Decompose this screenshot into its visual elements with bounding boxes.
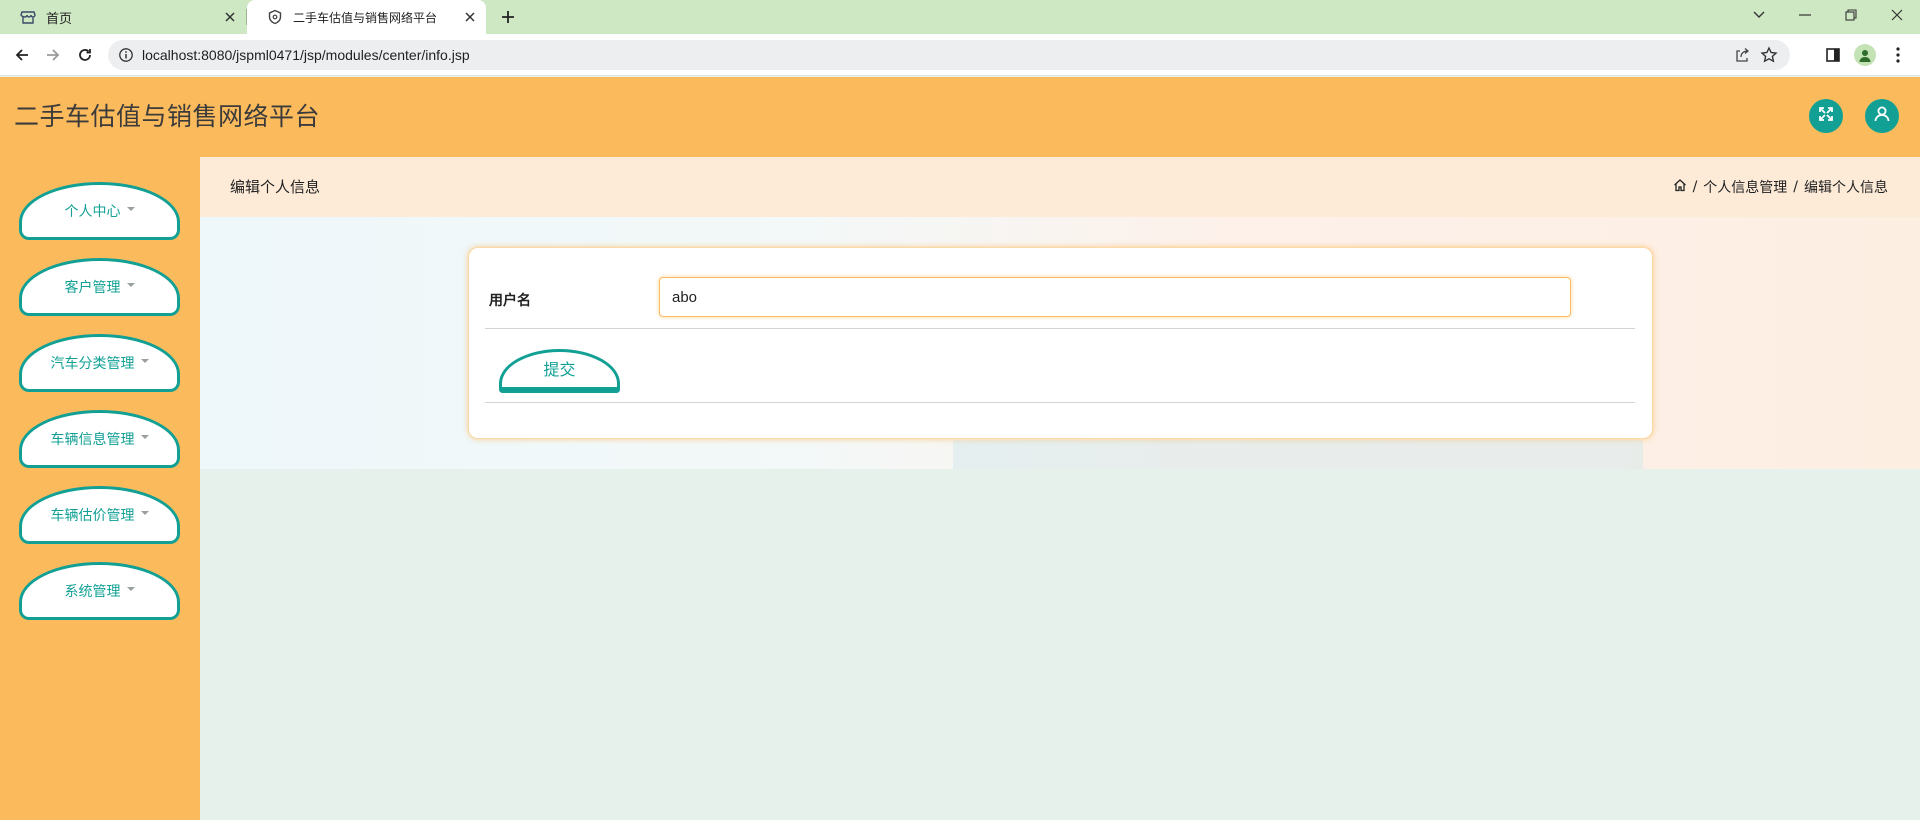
home-icon[interactable]	[1673, 178, 1687, 196]
app-title: 二手车估值与销售网络平台	[14, 102, 321, 131]
sidebar-item-personal-center[interactable]: 个人中心	[19, 182, 180, 240]
sidebar-item-customer-management[interactable]: 客户管理	[19, 258, 180, 316]
username-label: 用户名	[489, 293, 531, 309]
breadcrumb-item-current: 编辑个人信息	[1804, 180, 1888, 196]
profile-avatar-icon[interactable]	[1853, 43, 1877, 67]
profile-form-card: 用户名 提交	[468, 247, 1653, 439]
breadcrumb-separator: /	[1793, 179, 1798, 195]
forward-arrow-icon[interactable]	[41, 43, 65, 67]
username-input[interactable]	[659, 277, 1571, 317]
browser-toolbar: localhost:8080/jspml0471/jsp/modules/cen…	[0, 34, 1920, 76]
breadcrumb: / 个人信息管理 / 编辑个人信息	[1673, 157, 1888, 217]
sidebar: 个人中心 客户管理 汽车分类管理 车辆信息管理 车辆估价管理 系统管理	[0, 157, 200, 820]
divider	[485, 402, 1635, 403]
app-header: 二手车估值与销售网络平台	[0, 77, 1920, 157]
expand-icon	[1817, 105, 1835, 127]
submit-button[interactable]: 提交	[499, 349, 620, 393]
caret-down-icon	[126, 587, 135, 591]
page-title: 编辑个人信息	[230, 178, 321, 196]
sidebar-item-label: 系统管理	[64, 584, 121, 600]
breadcrumb-item[interactable]: 个人信息管理	[1703, 177, 1787, 197]
sidebar-item-label: 个人中心	[64, 204, 121, 220]
browser-tab-bar: 首页 二手车估值与销售网络平台	[0, 0, 1920, 34]
background-decoration	[953, 440, 1643, 469]
caret-down-icon	[140, 435, 149, 439]
fullscreen-button[interactable]	[1809, 99, 1843, 133]
breadcrumb-bar: 编辑个人信息 / 个人信息管理 / 编辑个人信息	[200, 157, 1920, 217]
user-icon	[1873, 105, 1891, 127]
new-tab-plus-icon[interactable]	[496, 5, 520, 29]
share-icon[interactable]	[1734, 47, 1750, 67]
close-icon[interactable]	[222, 9, 238, 25]
sidebar-item-vehicle-info-management[interactable]: 车辆信息管理	[19, 410, 180, 468]
sidebar-item-label: 汽车分类管理	[50, 356, 135, 372]
address-bar[interactable]: localhost:8080/jspml0471/jsp/modules/cen…	[108, 40, 1790, 70]
site-info-icon[interactable]	[118, 47, 134, 63]
sidebar-item-system-management[interactable]: 系统管理	[19, 562, 180, 620]
tab-search-chevron-down-icon[interactable]	[1736, 0, 1782, 30]
user-menu-button[interactable]	[1865, 99, 1899, 133]
browser-tab-home[interactable]: 首页	[0, 0, 246, 34]
sidebar-item-label: 车辆估价管理	[50, 508, 135, 524]
tab-title: 二手车估值与销售网络平台	[293, 10, 438, 25]
caret-down-icon	[140, 511, 149, 515]
back-arrow-icon[interactable]	[10, 43, 34, 67]
caret-down-icon	[140, 359, 149, 363]
divider	[485, 328, 1635, 329]
sidebar-item-car-category-management[interactable]: 汽车分类管理	[19, 334, 180, 392]
sidebar-item-label: 车辆信息管理	[50, 432, 135, 448]
close-icon[interactable]	[462, 9, 478, 25]
sidebar-item-label: 客户管理	[64, 280, 121, 296]
reload-icon[interactable]	[73, 43, 97, 67]
tab-title: 首页	[46, 11, 73, 27]
store-icon	[20, 9, 36, 25]
breadcrumb-separator: /	[1692, 179, 1698, 195]
browser-tab-active[interactable]: 二手车估值与销售网络平台	[247, 0, 486, 34]
minimize-icon[interactable]	[1782, 0, 1828, 30]
side-panel-icon[interactable]	[1821, 43, 1845, 67]
shield-icon	[267, 9, 283, 25]
browser-menu-icon[interactable]	[1886, 43, 1910, 67]
caret-down-icon	[126, 283, 135, 287]
url-text: localhost:8080/jspml0471/jsp/modules/cen…	[142, 47, 470, 63]
caret-down-icon	[126, 207, 135, 211]
close-window-icon[interactable]	[1874, 0, 1920, 30]
bookmark-star-icon[interactable]	[1760, 46, 1778, 68]
restore-icon[interactable]	[1828, 0, 1874, 30]
sidebar-item-vehicle-valuation-management[interactable]: 车辆估价管理	[19, 486, 180, 544]
